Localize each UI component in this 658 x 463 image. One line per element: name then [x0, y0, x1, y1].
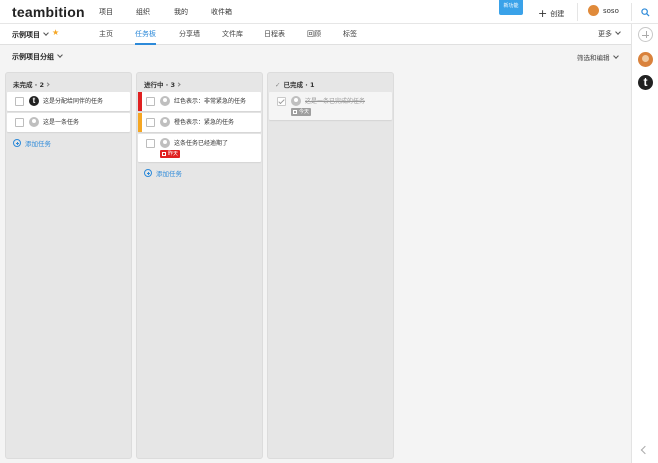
filter-edit-button[interactable]: 筛选和编辑 [577, 52, 619, 62]
tab-tags[interactable]: 标签 [343, 29, 357, 39]
chevron-down-icon [57, 52, 63, 58]
nav-inbox[interactable]: 收件箱 [211, 7, 232, 17]
assignee-avatar [160, 96, 170, 106]
star-icon[interactable]: ★ [52, 28, 59, 37]
task-title: 红色表示：非常紧急的任务 [174, 98, 247, 105]
top-bar: teambition 项目 组织 我的 收件箱 新功能 + 创建 soso [0, 0, 658, 24]
stage-title: 进行中 · 3 [144, 81, 176, 89]
chevron-left-icon[interactable] [640, 445, 650, 455]
assignee-avatar [291, 96, 301, 106]
plus-circle-icon [13, 139, 21, 147]
new-version-badge[interactable]: 新功能 [499, 0, 523, 15]
tab-calendar[interactable]: 日程表 [264, 29, 285, 39]
group-name: 示例项目分组 [12, 53, 54, 61]
plus-icon: + [538, 7, 548, 20]
calendar-icon [162, 152, 166, 156]
task-checkbox[interactable] [15, 118, 24, 127]
chevron-right-icon [176, 82, 181, 87]
project-name: 示例项目 [12, 31, 40, 39]
divider [631, 3, 632, 21]
task-title: 这条任务已经逾期了 [174, 140, 229, 147]
task-card[interactable]: 红色表示：非常紧急的任务 [138, 92, 261, 111]
create-label: 创建 [550, 10, 565, 18]
task-card[interactable]: 橙色表示：紧急的任务 [138, 113, 261, 132]
priority-bar [138, 113, 142, 132]
nav-mine[interactable]: 我的 [174, 7, 188, 17]
add-task-button[interactable]: 添加任务 [13, 138, 131, 148]
task-card[interactable]: t 这是分配给同伴的任务 [7, 92, 130, 111]
project-nav: 示例项目 ★ 主页 任务板 分享墙 文件库 日程表 回顾 标签 更多 [0, 24, 631, 45]
add-task-button[interactable]: 添加任务 [144, 168, 262, 178]
chevron-down-icon [43, 30, 49, 36]
due-date-label: 昨天 [168, 151, 179, 157]
member-avatar[interactable] [638, 52, 653, 67]
task-checkbox[interactable] [146, 118, 155, 127]
more-label: 更多 [598, 30, 612, 38]
app-logo[interactable]: teambition [12, 4, 85, 20]
task-checkbox[interactable] [15, 97, 24, 106]
tab-taskboard[interactable]: 任务板 [135, 29, 156, 39]
user-menu[interactable]: soso [588, 5, 619, 16]
group-bar: 示例项目分组 筛选和编辑 [0, 45, 631, 68]
task-card[interactable]: 这是一条任务 [7, 113, 130, 132]
task-title: 这是一条任务 [43, 119, 80, 126]
divider [577, 3, 578, 21]
tab-home[interactable]: 主页 [99, 29, 113, 39]
nav-organization[interactable]: 组织 [136, 7, 150, 17]
stage-header[interactable]: ✓ 已完成 · 1 [268, 73, 393, 92]
task-card[interactable]: 这是一条已完成的任务 今天 [269, 92, 392, 120]
tab-share-wall[interactable]: 分享墙 [179, 29, 200, 39]
tab-files[interactable]: 文件库 [222, 29, 243, 39]
plus-circle-icon [144, 169, 152, 177]
task-title: 橙色表示：紧急的任务 [174, 119, 235, 126]
chevron-down-icon [615, 29, 621, 35]
stage-header[interactable]: 进行中 · 3 [137, 73, 262, 92]
tab-review[interactable]: 回顾 [307, 29, 321, 39]
project-switcher[interactable]: 示例项目 [12, 30, 49, 40]
stage-title: 已完成 · 1 [283, 81, 315, 89]
create-button[interactable]: + 创建 [538, 6, 565, 20]
filter-label: 筛选和编辑 [577, 54, 610, 62]
task-card[interactable]: 这条任务已经逾期了 昨天 [138, 134, 261, 162]
due-date-label: 今天 [299, 109, 310, 115]
calendar-icon [293, 110, 297, 114]
task-checkbox[interactable] [146, 97, 155, 106]
stage-column-todo: 未完成 · 2 t 这是分配给同伴的任务 这是一条任务 添加任务 [5, 72, 132, 459]
task-checkbox[interactable] [146, 139, 155, 148]
assignee-avatar [160, 117, 170, 127]
chevron-down-icon [612, 53, 619, 59]
chevron-right-icon [45, 82, 50, 87]
due-date-badge: 昨天 [160, 150, 181, 158]
stage-column-done: ✓ 已完成 · 1 这是一条已完成的任务 今天 [267, 72, 394, 459]
stage-column-in-progress: 进行中 · 3 红色表示：非常紧急的任务 橙色表示：紧急的任务 这条任务已经逾期… [136, 72, 263, 459]
right-sidebar: t [631, 24, 658, 463]
priority-bar [138, 92, 142, 111]
search-icon [641, 7, 650, 17]
check-icon: ✓ [275, 81, 281, 89]
group-switcher[interactable]: 示例项目分组 [12, 52, 63, 62]
due-date-badge: 今天 [291, 108, 312, 116]
avatar [588, 5, 599, 16]
task-title: 这是分配给同伴的任务 [43, 98, 104, 105]
more-menu[interactable]: 更多 [598, 29, 621, 39]
add-member-button[interactable] [638, 27, 653, 42]
assignee-avatar [160, 138, 170, 148]
assignee-avatar: t [29, 96, 39, 106]
search-button[interactable] [633, 0, 658, 24]
task-title: 这是一条已完成的任务 [305, 98, 366, 105]
add-task-label: 添加任务 [25, 140, 51, 148]
task-checkbox[interactable] [277, 97, 286, 106]
nav-projects[interactable]: 项目 [99, 7, 113, 17]
add-task-label: 添加任务 [156, 170, 182, 178]
member-avatar[interactable]: t [638, 75, 653, 90]
stage-header[interactable]: 未完成 · 2 [6, 73, 131, 92]
username: soso [603, 6, 619, 15]
stage-title: 未完成 · 2 [13, 81, 45, 89]
assignee-avatar [29, 117, 39, 127]
